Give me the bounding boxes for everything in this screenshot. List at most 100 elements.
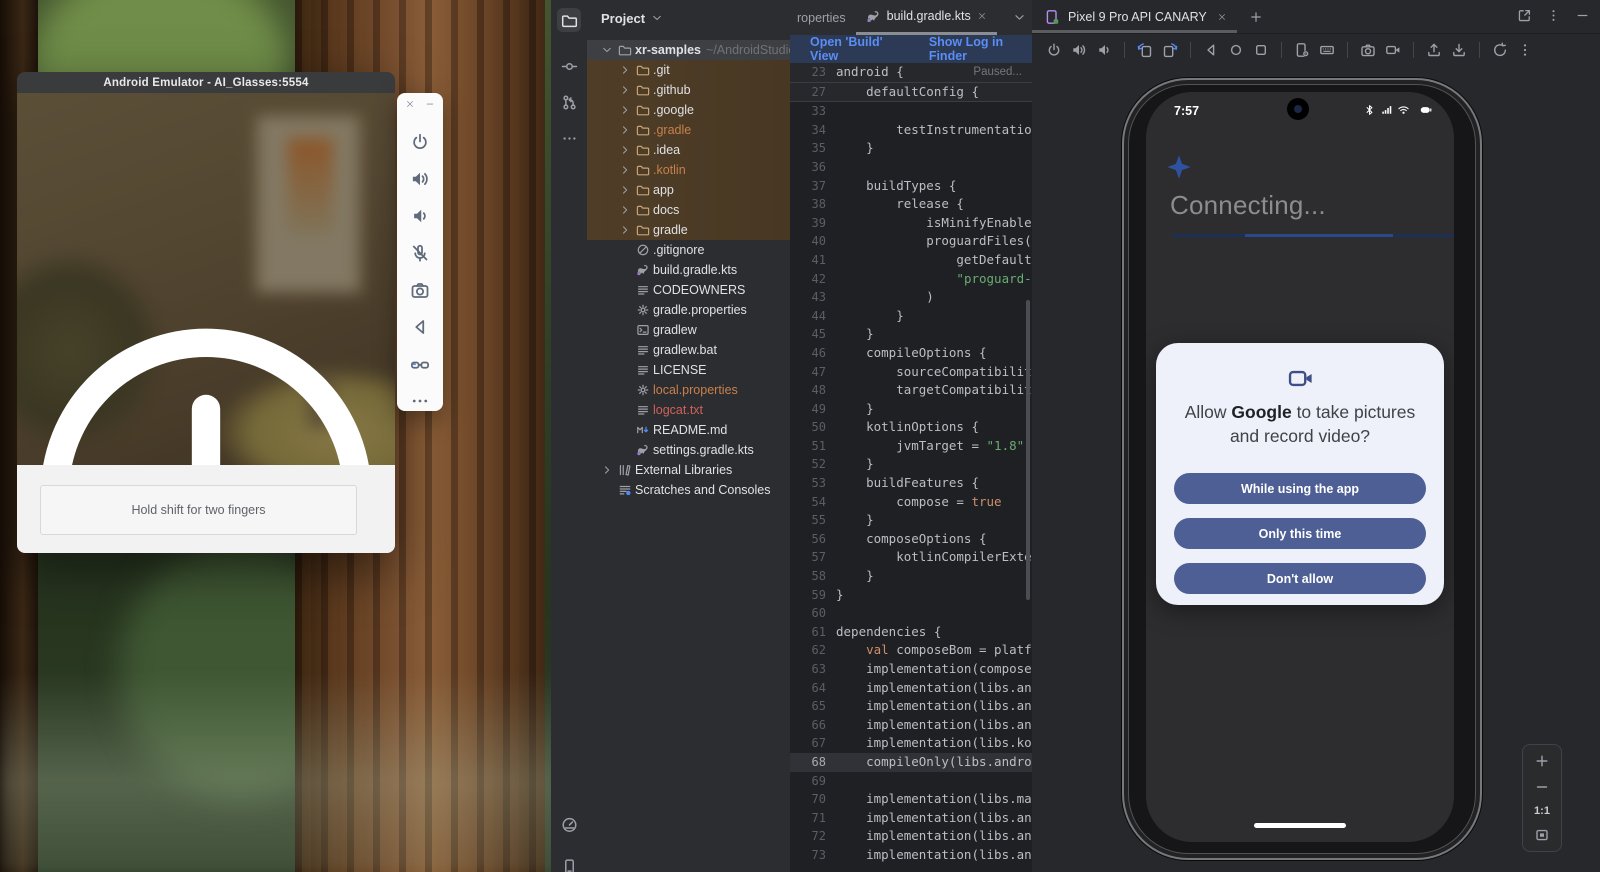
emulator-screen[interactable]: Permission Needed Continue on your phone xyxy=(17,93,395,465)
zoom-out-icon[interactable] xyxy=(1534,779,1550,795)
code-line-40[interactable]: 40 proguardFiles( xyxy=(790,232,1032,251)
camera-icon[interactable] xyxy=(410,280,430,300)
close-icon[interactable] xyxy=(1217,12,1227,22)
code-line-42[interactable]: 42 "proguard-ru xyxy=(790,270,1032,289)
code-line-47[interactable]: 47 sourceCompatibility xyxy=(790,363,1032,382)
code-line-50[interactable]: 50 kotlinOptions { xyxy=(790,418,1032,437)
more-h-icon[interactable] xyxy=(557,126,581,150)
tree-item-external-libraries[interactable]: External Libraries xyxy=(587,460,790,480)
code-line-23[interactable]: 23android {Paused... xyxy=(790,63,1032,83)
code-line-37[interactable]: 37 buildTypes { xyxy=(790,177,1032,196)
code-line-65[interactable]: 65 implementation(libs.andr xyxy=(790,697,1032,716)
code-line-64[interactable]: 64 implementation(libs.andr xyxy=(790,679,1032,698)
tree-item-gradle[interactable]: gradle xyxy=(587,220,790,240)
close-icon[interactable] xyxy=(977,11,987,21)
tree-item-gradle-properties[interactable]: gradle.properties xyxy=(587,300,790,320)
project-panel-header[interactable]: Project xyxy=(587,0,790,36)
profiler-icon[interactable] xyxy=(557,812,581,836)
editor-scrollbar[interactable] xyxy=(1026,300,1030,600)
code-line-38[interactable]: 38 release { xyxy=(790,195,1032,214)
volume-up-icon[interactable] xyxy=(1071,42,1087,58)
tree-item-gitignore[interactable]: .gitignore xyxy=(587,240,790,260)
gesture-nav-pill[interactable] xyxy=(1254,823,1346,828)
code-line-61[interactable]: 61dependencies { xyxy=(790,623,1032,642)
reset-icon[interactable] xyxy=(1492,42,1508,58)
record-video-icon[interactable] xyxy=(1385,42,1401,58)
code-line-27[interactable]: 27 defaultConfig { xyxy=(790,83,1032,103)
code-line-46[interactable]: 46 compileOptions { xyxy=(790,344,1032,363)
chevron-right-icon[interactable] xyxy=(617,222,633,238)
chevron-down-icon[interactable] xyxy=(599,42,615,58)
zoom-ratio[interactable]: 1:1 xyxy=(1534,805,1550,817)
hardware-input-icon[interactable] xyxy=(1319,42,1335,58)
tree-item-gradle[interactable]: .gradle xyxy=(587,120,790,140)
close-icon[interactable] xyxy=(405,99,415,109)
camera-icon[interactable] xyxy=(1360,42,1376,58)
device-tab-label[interactable]: Pixel 9 Pro API CANARY xyxy=(1068,10,1207,24)
tree-item-codeowners[interactable]: CODEOWNERS xyxy=(587,280,790,300)
glasses-icon[interactable] xyxy=(410,354,430,374)
chevron-right-icon[interactable] xyxy=(617,122,633,138)
code-line-33[interactable]: 33 xyxy=(790,102,1032,121)
tree-item-github[interactable]: .github xyxy=(587,80,790,100)
code-line-69[interactable]: 69 xyxy=(790,772,1032,791)
code-line-71[interactable]: 71 implementation(libs.andr xyxy=(790,809,1032,828)
code-line-49[interactable]: 49 } xyxy=(790,400,1032,419)
emulator-title[interactable]: Android Emulator - AI_Glasses:5554 xyxy=(17,72,395,93)
chevron-right-icon[interactable] xyxy=(617,182,633,198)
code-area[interactable]: 23android {Paused...27 defaultConfig {33… xyxy=(790,63,1032,872)
code-line-70[interactable]: 70 implementation(libs.mate xyxy=(790,790,1032,809)
tree-item-git[interactable]: .git xyxy=(587,60,790,80)
commit-icon[interactable] xyxy=(557,54,581,78)
rotate-left-icon[interactable] xyxy=(1137,42,1153,58)
volume-up-icon[interactable] xyxy=(410,169,430,189)
rotate-right-icon[interactable] xyxy=(1162,42,1178,58)
code-line-56[interactable]: 56 composeOptions { xyxy=(790,530,1032,549)
tree-item-gradlew[interactable]: gradlew xyxy=(587,320,790,340)
more-options-icon[interactable] xyxy=(1546,8,1561,23)
code-line-66[interactable]: 66 implementation(libs.andr xyxy=(790,716,1032,735)
code-line-60[interactable]: 60 xyxy=(790,604,1032,623)
mic-off-icon[interactable] xyxy=(410,243,430,263)
code-line-34[interactable]: 34 testInstrumentationR xyxy=(790,121,1032,140)
chevron-right-icon[interactable] xyxy=(599,462,615,478)
download-icon[interactable] xyxy=(1451,42,1467,58)
device-manager-icon[interactable] xyxy=(557,854,581,872)
tree-item-google[interactable]: .google xyxy=(587,100,790,120)
zoom-in-icon[interactable] xyxy=(1534,753,1550,769)
phone-screen[interactable]: 7:57 Connecting... Allow Google to take … xyxy=(1146,92,1454,842)
chevron-down-icon[interactable] xyxy=(1013,11,1026,24)
code-line-36[interactable]: 36 xyxy=(790,158,1032,177)
add-device-icon[interactable] xyxy=(1249,10,1263,24)
code-line-54[interactable]: 54 compose = true xyxy=(790,493,1032,512)
tree-item-settings-gradle-kts[interactable]: settings.gradle.kts xyxy=(587,440,790,460)
chevron-right-icon[interactable] xyxy=(617,62,633,78)
code-line-55[interactable]: 55 } xyxy=(790,511,1032,530)
power-icon[interactable] xyxy=(410,132,430,152)
code-line-62[interactable]: 62 val composeBom = platfor xyxy=(790,641,1032,660)
home-icon[interactable] xyxy=(1228,42,1244,58)
code-line-57[interactable]: 57 kotlinCompilerExtens xyxy=(790,548,1032,567)
code-line-63[interactable]: 63 implementation(composeBo xyxy=(790,660,1032,679)
tree-item-idea[interactable]: .idea xyxy=(587,140,790,160)
code-line-72[interactable]: 72 implementation(libs.andr xyxy=(790,827,1032,846)
tree-item-kotlin[interactable]: .kotlin xyxy=(587,160,790,180)
tab-build-gradle-kts[interactable]: build.gradle.kts xyxy=(856,0,997,35)
tree-item-docs[interactable]: docs xyxy=(587,200,790,220)
tree-item-logcat-txt[interactable]: logcat.txt xyxy=(587,400,790,420)
overview-icon[interactable] xyxy=(1253,42,1269,58)
code-line-45[interactable]: 45 } xyxy=(790,325,1032,344)
power-icon[interactable] xyxy=(1046,42,1062,58)
back-icon[interactable] xyxy=(1203,42,1219,58)
chevron-right-icon[interactable] xyxy=(617,142,633,158)
open-build-view-link[interactable]: Open 'Build' View xyxy=(810,35,903,63)
code-line-73[interactable]: 73 implementation(libs.andr xyxy=(790,846,1032,865)
tree-item-readme-md[interactable]: README.md xyxy=(587,420,790,440)
code-line-44[interactable]: 44 } xyxy=(790,307,1032,326)
permission-button-only-this-time[interactable]: Only this time xyxy=(1174,518,1426,549)
back-icon[interactable] xyxy=(410,317,430,337)
fit-screen-icon[interactable] xyxy=(1534,827,1550,843)
code-line-48[interactable]: 48 targetCompatibility xyxy=(790,381,1032,400)
tree-item-scratches-and-consoles[interactable]: Scratches and Consoles xyxy=(587,480,790,500)
tree-item-license[interactable]: LICENSE xyxy=(587,360,790,380)
